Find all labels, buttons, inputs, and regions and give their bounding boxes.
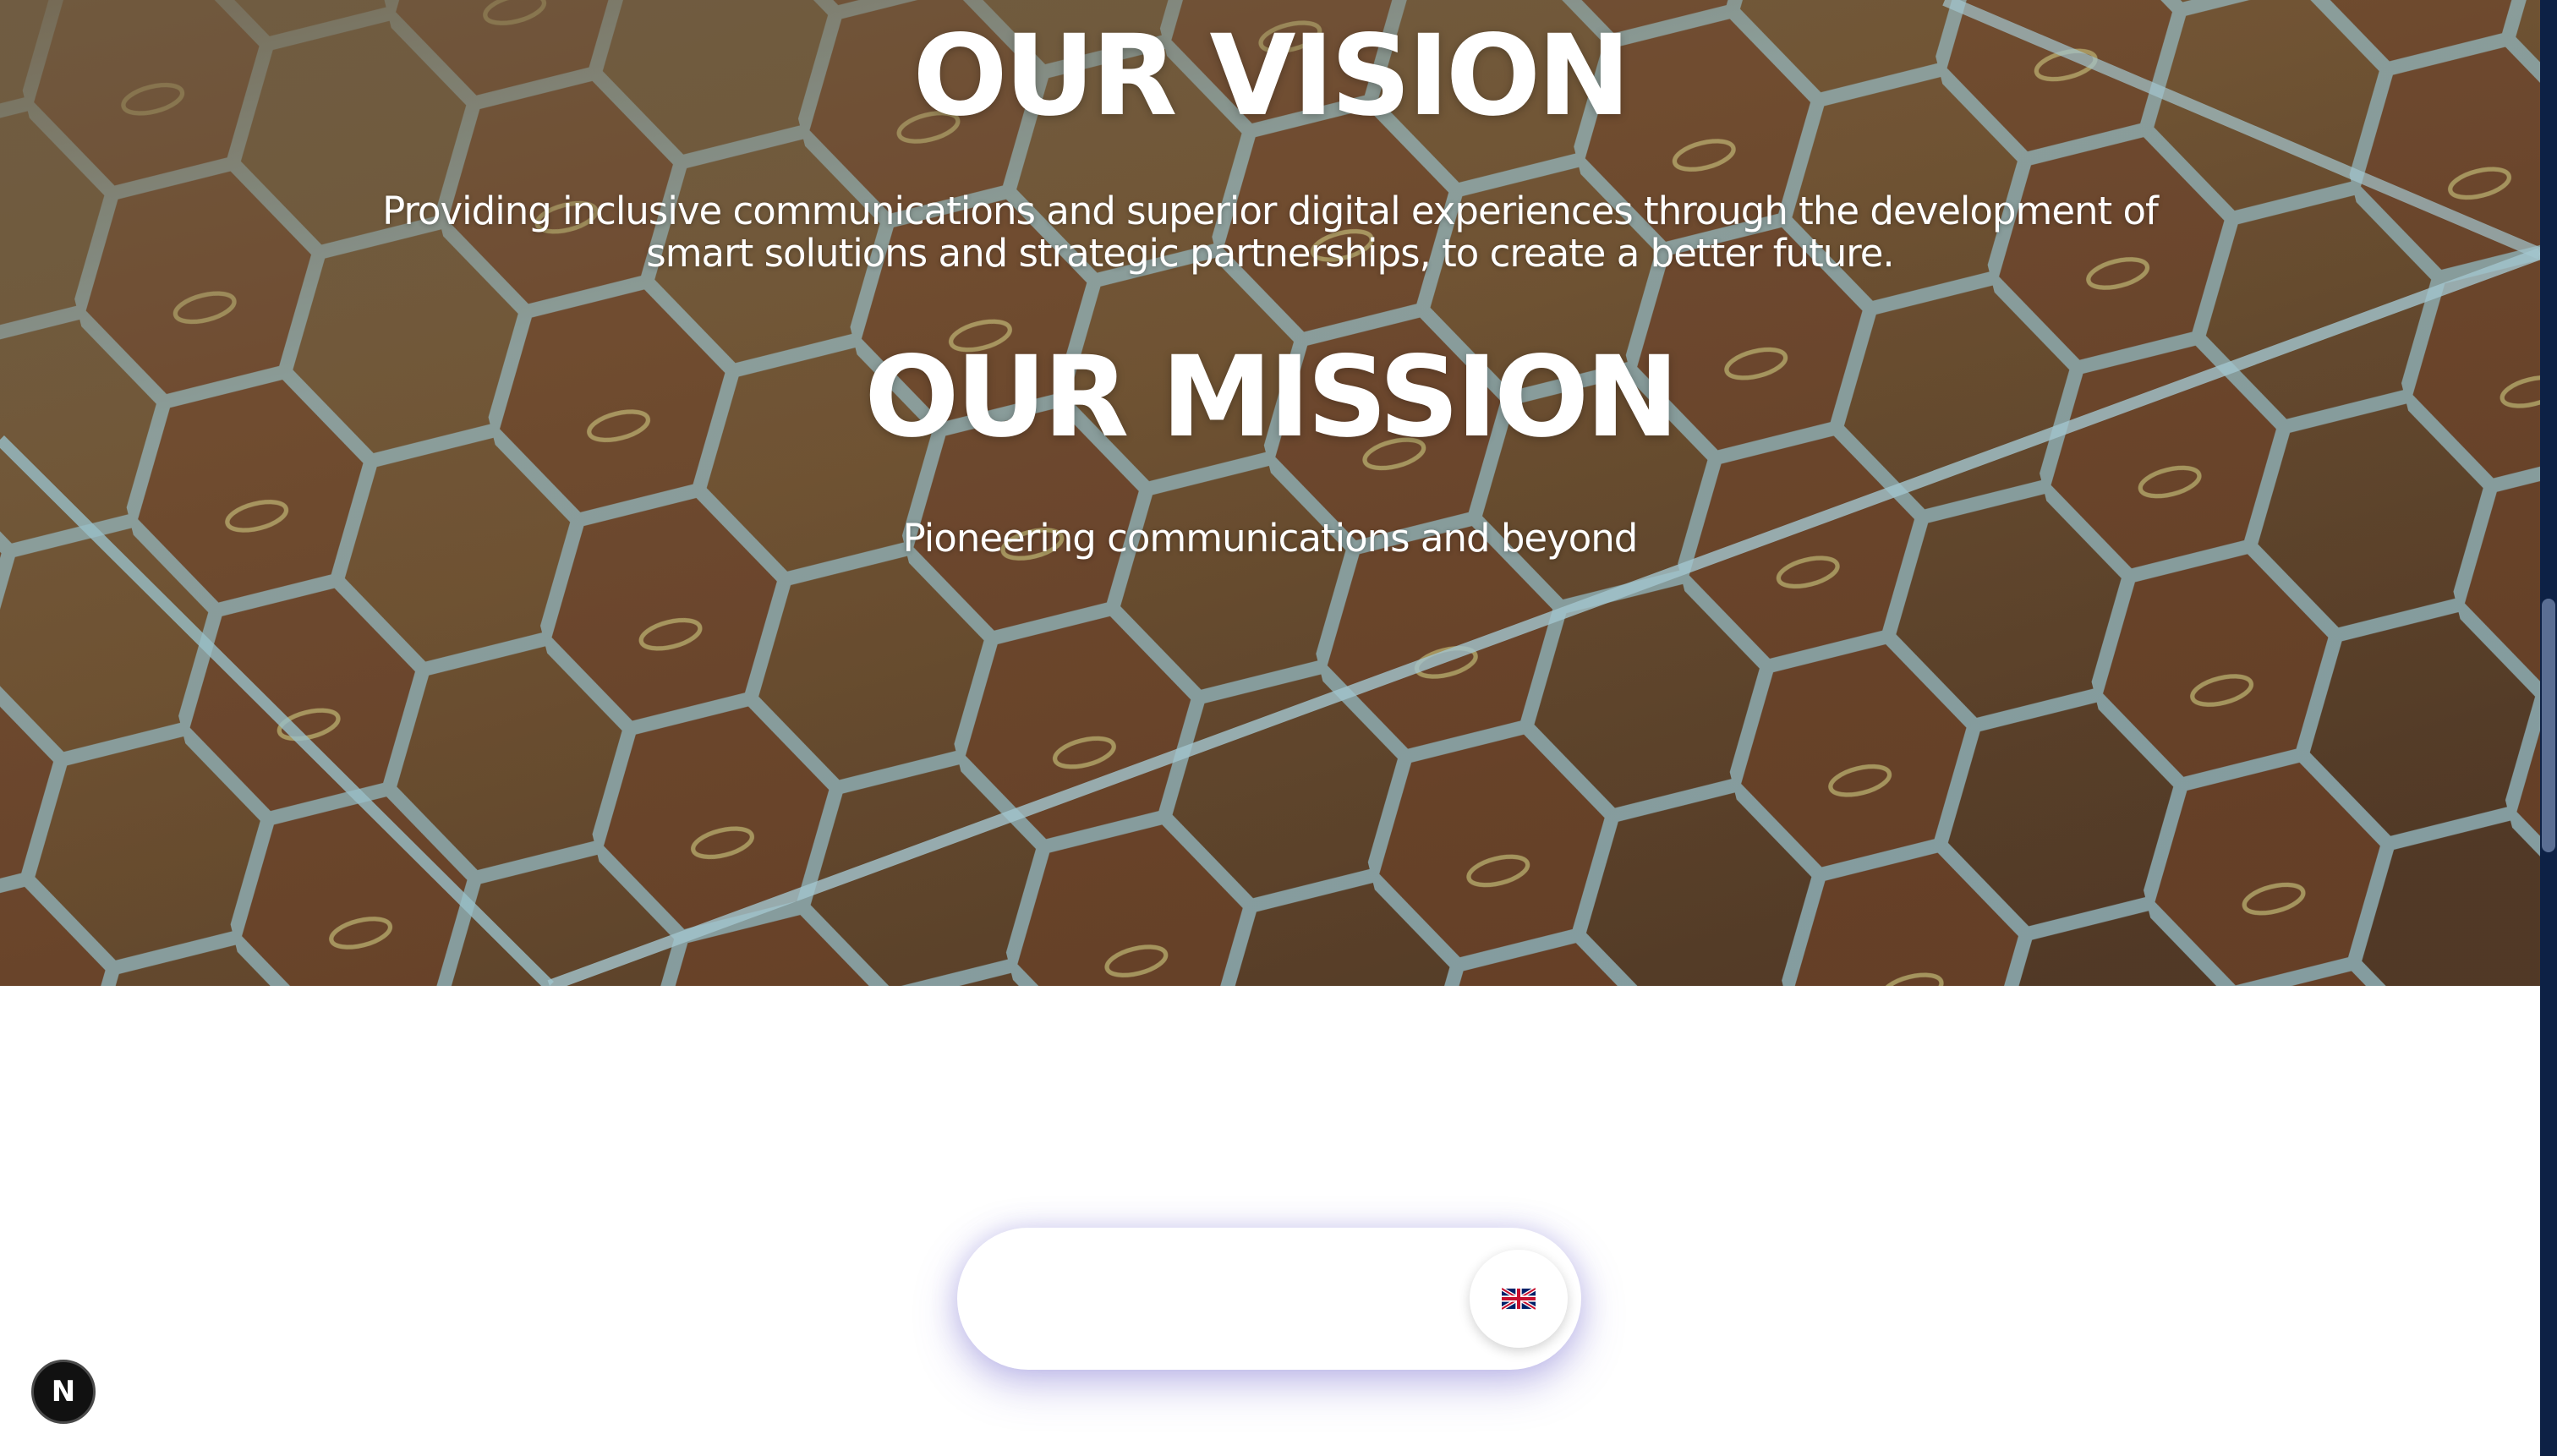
vision-title: OUR VISION [912, 11, 1630, 141]
uk-flag-icon [1502, 1288, 1536, 1310]
vision-text: Providing inclusive communications and s… [382, 189, 2159, 276]
language-selector-bar [957, 1228, 1581, 1370]
hero-content: OUR VISION Providing inclusive communica… [0, 0, 2540, 986]
mission-text: Pioneering communications and beyond [902, 516, 1639, 561]
nextjs-logo-icon: N [51, 1375, 76, 1409]
mission-title: OUR MISSION [864, 332, 1678, 463]
scrollbar-thumb[interactable] [2542, 599, 2555, 852]
hero-section: OUR VISION Providing inclusive communica… [0, 0, 2540, 986]
language-button[interactable] [1470, 1250, 1568, 1348]
nextjs-dev-badge[interactable]: N [31, 1360, 96, 1424]
